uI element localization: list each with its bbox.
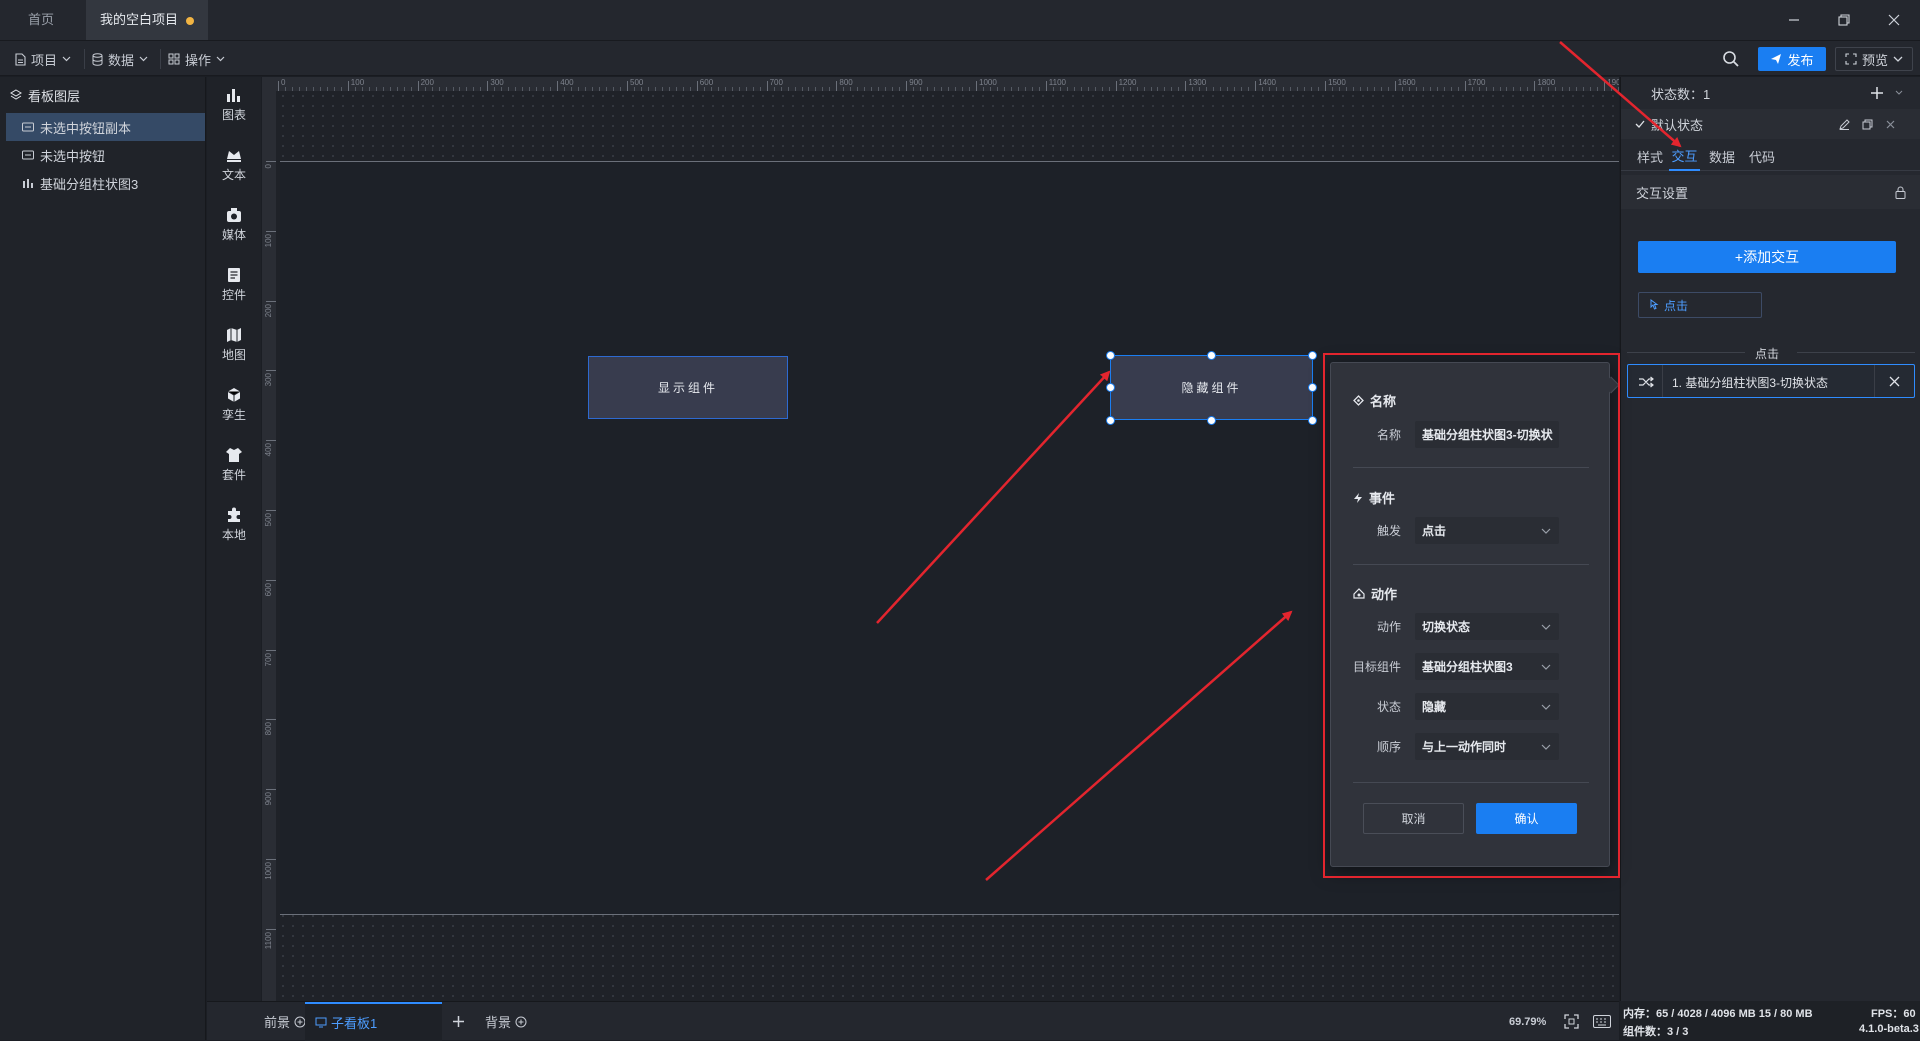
annotation-arrow bbox=[876, 370, 1111, 624]
annotation-arrow bbox=[1559, 41, 1682, 148]
annotation-arrow bbox=[985, 610, 1293, 881]
annotation-arrows bbox=[876, 41, 1682, 881]
